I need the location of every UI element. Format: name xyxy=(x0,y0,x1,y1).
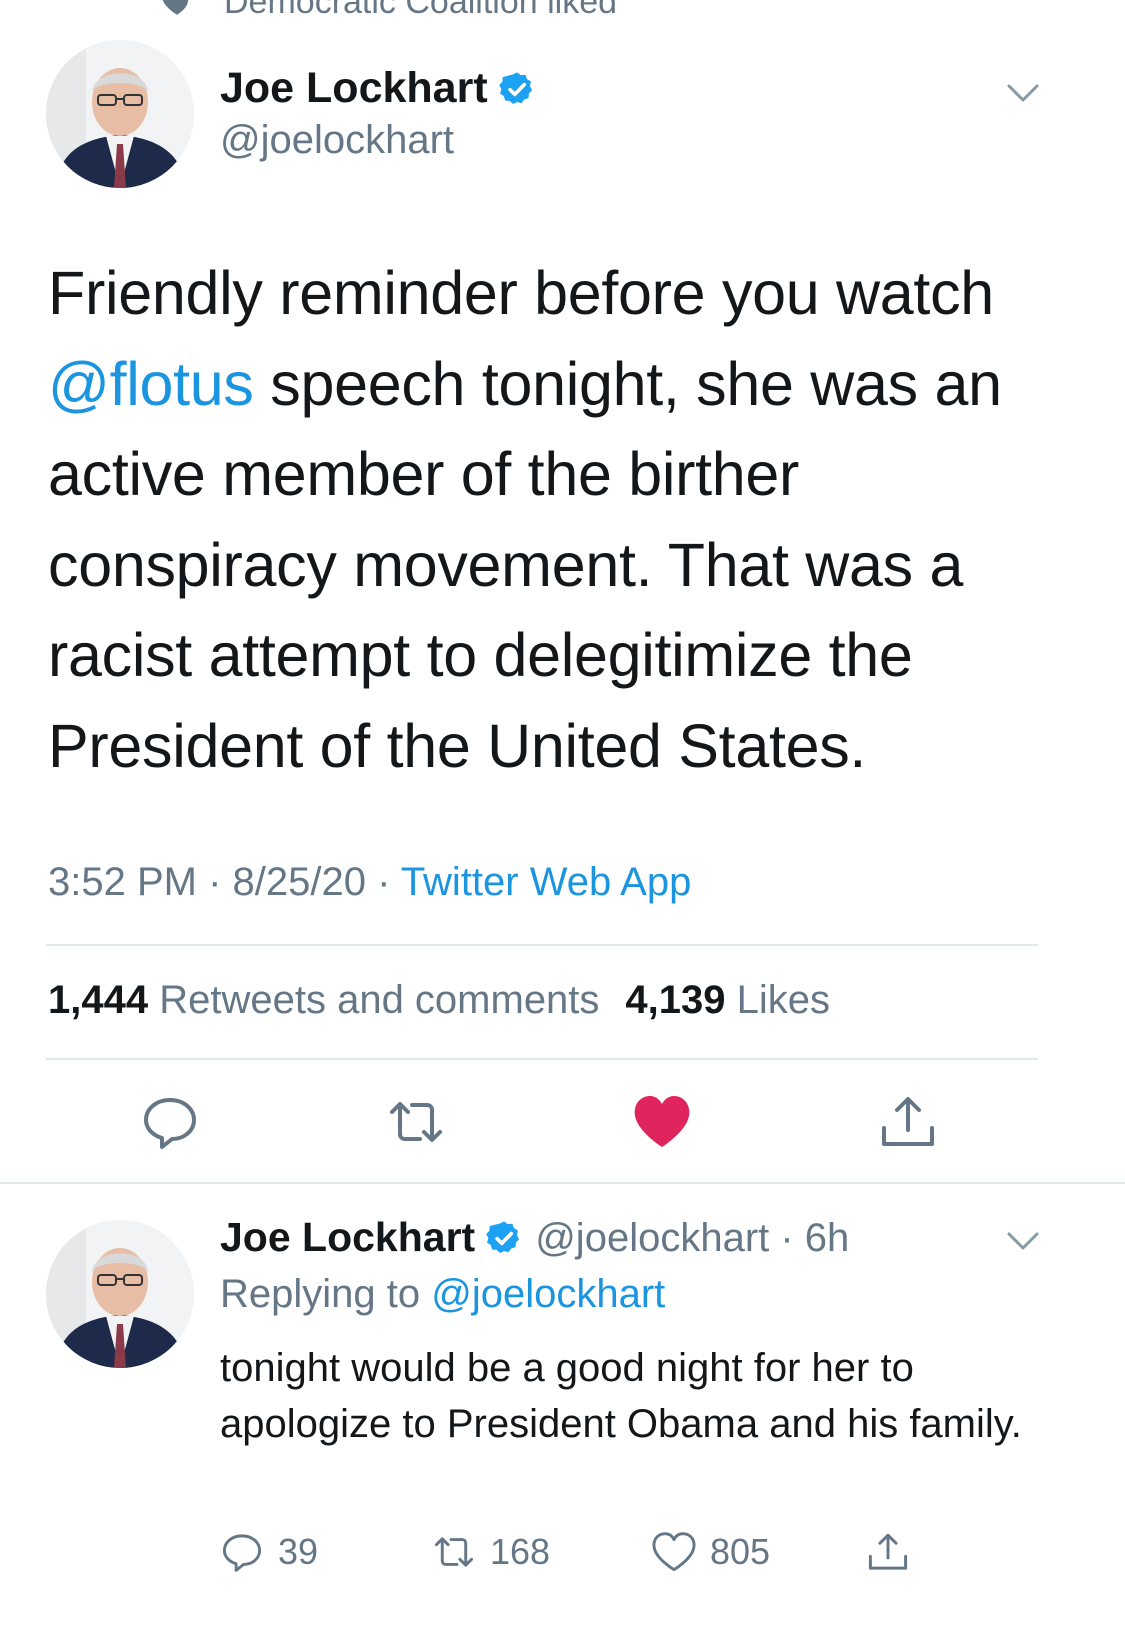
reply-reply-button[interactable]: 39 xyxy=(220,1530,318,1574)
retweets-stat[interactable]: 1,444 Retweets and comments xyxy=(48,978,599,1022)
replying-to-link[interactable]: @joelockhart xyxy=(431,1272,665,1316)
likes-count: 4,139 xyxy=(625,978,726,1022)
mention-link[interactable]: @flotus xyxy=(48,350,254,418)
retweet-icon[interactable] xyxy=(386,1092,446,1152)
social-context-text: Democratic Coalition liked xyxy=(224,0,618,21)
author-name[interactable]: Joe Lockhart xyxy=(220,64,488,113)
tweet-time[interactable]: 3:52 PM xyxy=(48,860,197,904)
separator: · xyxy=(365,860,401,904)
likes-stat[interactable]: 4,139 Likes xyxy=(625,978,830,1022)
separator: · xyxy=(196,860,233,904)
avatar[interactable] xyxy=(46,40,194,188)
reply-retweet-button[interactable]: 168 xyxy=(432,1530,550,1574)
reply-author-name[interactable]: Joe Lockhart xyxy=(220,1214,475,1261)
like-count: 805 xyxy=(710,1531,771,1572)
author-handle[interactable]: @joelockhart xyxy=(220,118,454,163)
reply-count: 39 xyxy=(278,1531,319,1572)
chevron-down-icon[interactable] xyxy=(1006,1230,1040,1252)
likes-label: Likes xyxy=(725,978,831,1022)
share-icon xyxy=(868,1533,908,1570)
divider xyxy=(46,1058,1038,1060)
divider xyxy=(0,1182,1125,1184)
divider xyxy=(46,944,1038,946)
like-icon[interactable] xyxy=(632,1092,692,1152)
heart-icon xyxy=(162,0,189,15)
tweet-stats: 1,444 Retweets and comments 4,139 Likes xyxy=(48,978,830,1023)
reply-text: tonight would be a good night for her to… xyxy=(220,1346,1022,1446)
reply-avatar[interactable] xyxy=(46,1220,194,1368)
reply-share-button[interactable] xyxy=(866,1530,924,1574)
verified-badge-icon xyxy=(498,71,532,104)
tweet-date[interactable]: 8/25/20 xyxy=(233,860,366,904)
retweet-icon xyxy=(434,1537,474,1567)
retweets-label: Retweets and comments xyxy=(148,978,600,1022)
verified-badge-icon xyxy=(486,1220,520,1253)
replying-prefix: Replying to xyxy=(220,1272,432,1316)
tweet-source[interactable]: Twitter Web App xyxy=(401,860,692,904)
tweet-text: Friendly reminder before you watch @flot… xyxy=(48,248,1048,791)
reply-like-button[interactable]: 805 xyxy=(652,1530,770,1574)
reply-handle-time[interactable]: @joelockhart · 6h xyxy=(535,1216,849,1261)
share-icon[interactable] xyxy=(878,1092,938,1152)
reply-author-row[interactable]: Joe Lockhart @joelockhart · 6h xyxy=(220,1214,849,1261)
tweet-meta: 3:52 PM · 8/25/20 · Twitter Web App xyxy=(48,860,691,905)
reply-icon xyxy=(222,1534,262,1572)
replying-to: Replying to @joelockhart xyxy=(220,1272,665,1317)
like-outline-icon xyxy=(652,1532,696,1572)
retweets-count: 1,444 xyxy=(48,978,149,1022)
chevron-down-icon[interactable] xyxy=(1006,82,1040,104)
author-name-row[interactable]: Joe Lockhart xyxy=(220,64,536,113)
social-context: Democratic Coalition liked xyxy=(160,0,617,22)
retweet-count: 168 xyxy=(490,1531,551,1572)
tweet-text-intro: Friendly reminder before you watch xyxy=(48,259,994,327)
reply-icon[interactable] xyxy=(140,1092,200,1152)
